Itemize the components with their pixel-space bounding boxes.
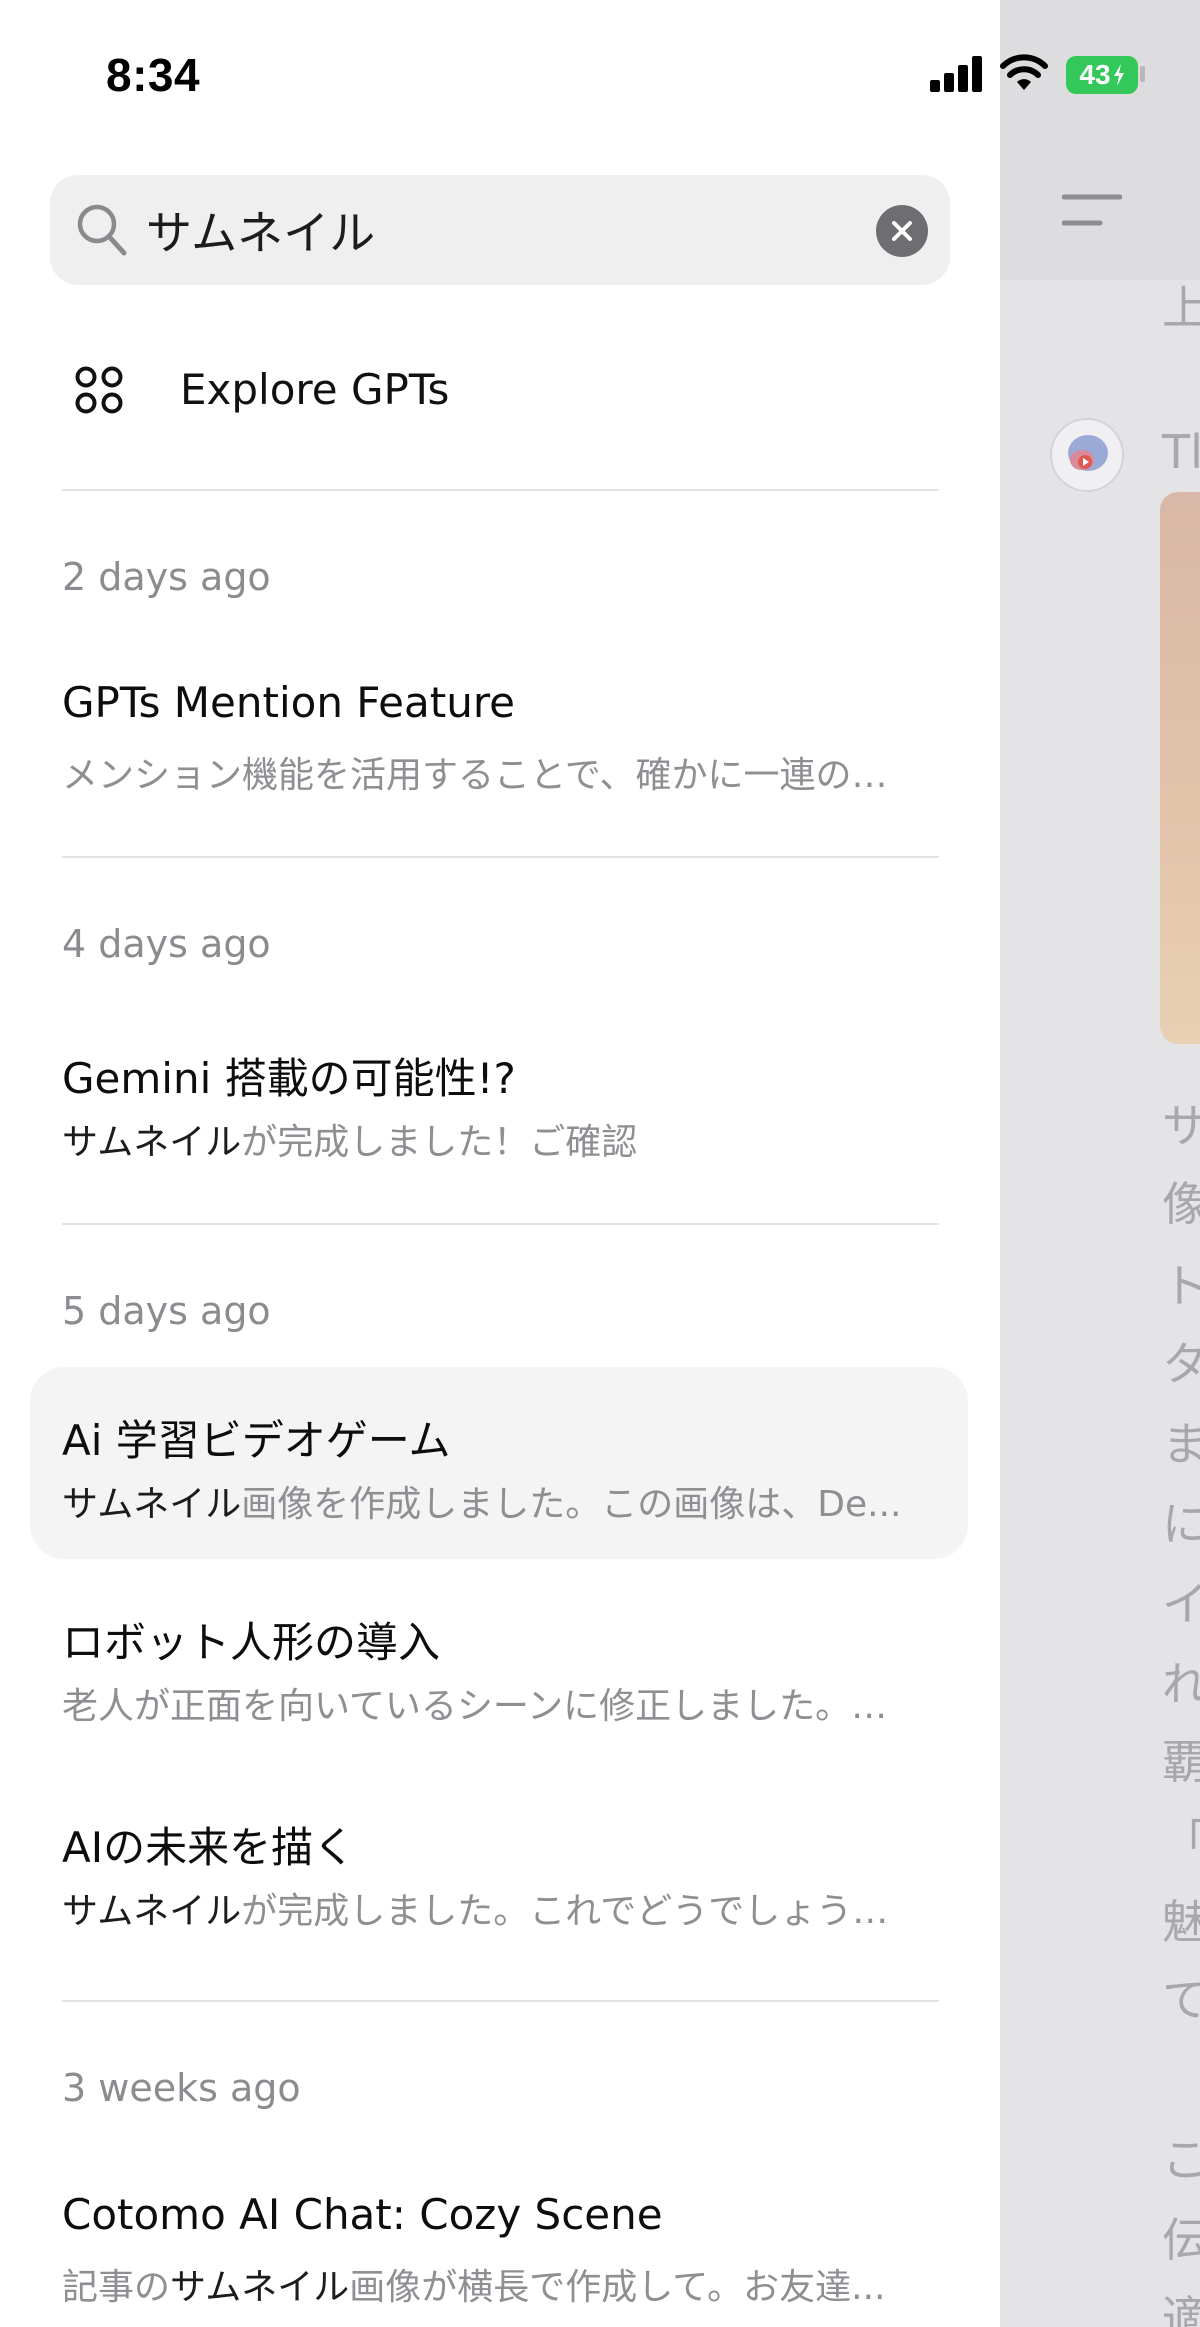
search-icon — [77, 204, 127, 256]
battery-cap — [1140, 66, 1145, 82]
clear-search-button[interactable] — [876, 205, 928, 257]
divider — [62, 856, 939, 858]
chat-title: AIの未来を描く — [62, 1823, 356, 1872]
status-time: 8:34 — [106, 49, 201, 101]
wifi-icon — [1000, 54, 1048, 90]
chat-item-robot-doll[interactable]: ロボット人形の導入 老人が正面を向いているシーンに修正しました。… — [30, 1573, 968, 1765]
background-chat-panel[interactable]: 43 上 Tl サ 像 ト タ ま に イ れ 覇 「S 魅 て こ 伝 適 — [1000, 0, 1200, 2327]
background-chat-header — [1000, 0, 1200, 280]
grid-icon — [75, 366, 123, 414]
avatar — [1050, 418, 1124, 492]
sidebar-drawer: 8:34 Explore GPTs 2 day — [0, 0, 1000, 2327]
close-icon — [892, 221, 912, 241]
section-label-2-days-ago: 2 days ago — [62, 555, 271, 599]
section-label-5-days-ago: 5 days ago — [62, 1289, 271, 1333]
divider — [62, 1223, 939, 1225]
battery-indicator: 43 — [1066, 56, 1138, 94]
search-input[interactable] — [146, 185, 886, 275]
chat-snippet: 記事のサムネイル画像が横長で作成して。お友達... — [62, 2267, 886, 2308]
chat-title: ロボット人形の導入 — [62, 1618, 441, 1667]
gpt-avatar-icon — [1068, 435, 1108, 471]
chat-snippet: サムネイルが完成しました。これでどうでしょう… — [62, 1891, 889, 1932]
background-text-fragment: 上 — [1162, 281, 1200, 335]
chat-item-gpts-mention[interactable]: GPTs Mention Feature メンション機能を活用することで、確かに… — [30, 648, 968, 840]
chat-item-ai-future[interactable]: AIの未来を描く サムネイルが完成しました。これでどうでしょう… — [30, 1778, 968, 1970]
chat-snippet: 老人が正面を向いているシーンに修正しました。… — [62, 1686, 888, 1727]
search-bar[interactable] — [50, 175, 950, 285]
section-label-4-days-ago: 4 days ago — [62, 922, 271, 966]
chat-item-ai-video-game[interactable]: Ai 学習ビデオゲーム サムネイル画像を作成しました。この画像は、De... — [30, 1367, 968, 1559]
menu-icon[interactable] — [1062, 193, 1122, 229]
chat-snippet: サムネイルが完成しました！ご確認 — [62, 1122, 638, 1163]
chat-item-gemini[interactable]: Gemini 搭載の可能性!? サムネイルが完成しました！ご確認 — [30, 1015, 968, 1207]
chat-title: Ai 学習ビデオゲーム — [62, 1416, 451, 1465]
section-label-3-weeks-ago: 3 weeks ago — [62, 2066, 301, 2110]
background-image-preview — [1160, 492, 1200, 1044]
explore-gpts-label: Explore GPTs — [180, 365, 450, 414]
chat-snippet: サムネイル画像を作成しました。この画像は、De... — [62, 1484, 902, 1525]
divider — [62, 489, 939, 491]
charging-bolt-icon — [1113, 64, 1124, 86]
chat-title: Cotomo AI Chat: Cozy Scene — [62, 2190, 663, 2239]
chat-item-cotomo[interactable]: Cotomo AI Chat: Cozy Scene 記事のサムネイル画像が横長… — [30, 2160, 968, 2327]
cellular-signal-icon — [930, 56, 982, 92]
explore-gpts-button[interactable]: Explore GPTs — [50, 345, 950, 435]
chat-snippet: メンション機能を活用することで、確かに一連の… — [62, 755, 888, 796]
chat-title: GPTs Mention Feature — [62, 678, 516, 727]
background-sender-fragment: Tl — [1162, 425, 1200, 479]
divider — [62, 2000, 939, 2002]
chat-title: Gemini 搭載の可能性!? — [62, 1054, 516, 1103]
